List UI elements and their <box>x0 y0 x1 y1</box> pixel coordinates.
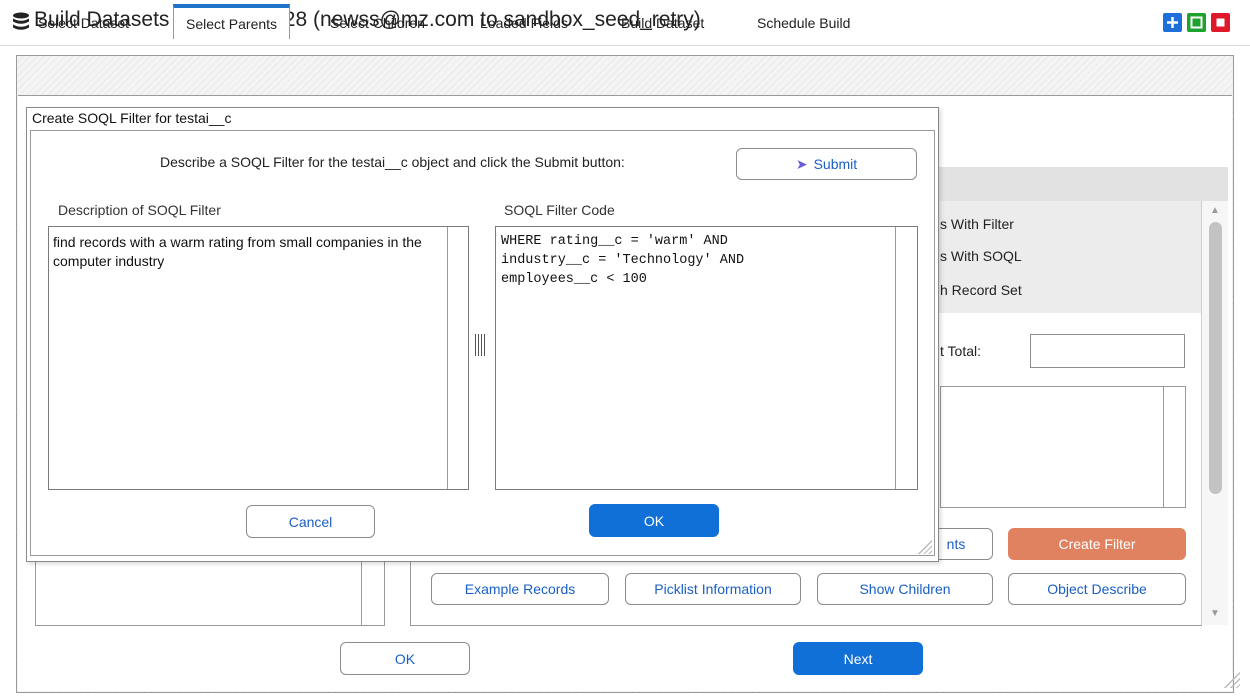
description-scrollbar[interactable] <box>447 227 468 489</box>
tab-select-dataset[interactable]: Select Dataset <box>26 8 141 39</box>
tab-loaded-fields[interactable]: Loaded Fields <box>468 8 580 39</box>
maximize-icon <box>1190 16 1203 29</box>
total-input[interactable] <box>1030 334 1185 368</box>
show-children-button[interactable]: Show Children <box>817 573 993 605</box>
total-label: t Total: <box>940 343 981 359</box>
cancel-button[interactable]: Cancel <box>246 505 375 538</box>
tab-select-parents[interactable]: Select Parents <box>173 4 291 39</box>
next-button[interactable]: Next <box>793 642 923 675</box>
dialog-ok-button[interactable]: OK <box>589 504 719 537</box>
description-text[interactable]: find records with a warm rating from sma… <box>53 233 448 271</box>
list-item[interactable]: s With Filter <box>940 216 1014 232</box>
object-describe-button[interactable]: Object Describe <box>1008 573 1186 605</box>
submit-label: Submit <box>813 156 858 172</box>
code-scrollbar[interactable] <box>895 227 917 489</box>
picklist-information-button[interactable]: Picklist Information <box>625 573 801 605</box>
add-icon <box>1167 17 1178 28</box>
text-area-scrollbar[interactable] <box>1163 387 1185 507</box>
description-label: Description of SOQL Filter <box>58 202 221 218</box>
record-text-area[interactable] <box>940 386 1186 508</box>
send-icon: ➤ <box>795 155 808 172</box>
tab-schedule-build[interactable]: Schedule Build <box>745 8 862 39</box>
example-records-button[interactable]: Example Records <box>431 573 609 605</box>
parent-list[interactable] <box>35 560 385 626</box>
close-icon <box>1216 18 1225 27</box>
submit-button[interactable]: ➤ Submit <box>736 148 917 180</box>
scrollbar-thumb[interactable] <box>1209 222 1222 494</box>
list-item[interactable]: s With SOQL <box>940 248 1022 264</box>
tab-select-children[interactable]: Select Children <box>318 8 437 39</box>
close-button[interactable] <box>1211 13 1230 32</box>
dialog-resize-grip-icon[interactable] <box>918 540 932 554</box>
maximize-button[interactable] <box>1187 13 1206 32</box>
ok-button[interactable]: OK <box>340 642 470 675</box>
parent-list-scrollbar[interactable] <box>361 560 385 626</box>
scroll-up-icon[interactable]: ▲ <box>1210 205 1220 216</box>
dialog-title: Create SOQL Filter for testai__c <box>32 110 232 126</box>
dialog-prompt: Describe a SOQL Filter for the testai__c… <box>160 154 625 170</box>
code-label: SOQL Filter Code <box>504 202 615 218</box>
scroll-down-icon[interactable]: ▼ <box>1210 608 1220 619</box>
tab-build-dataset[interactable]: Build Dataset <box>609 8 716 39</box>
list-item[interactable]: h Record Set <box>940 282 1022 298</box>
resize-grip-icon[interactable] <box>1224 672 1240 688</box>
soql-code-text[interactable]: WHERE rating__c = 'warm' AND industry__c… <box>501 232 891 289</box>
create-filter-button[interactable]: Create Filter <box>1008 528 1186 560</box>
splitter-handle-icon[interactable] <box>475 334 487 356</box>
add-window-button[interactable] <box>1163 13 1182 32</box>
